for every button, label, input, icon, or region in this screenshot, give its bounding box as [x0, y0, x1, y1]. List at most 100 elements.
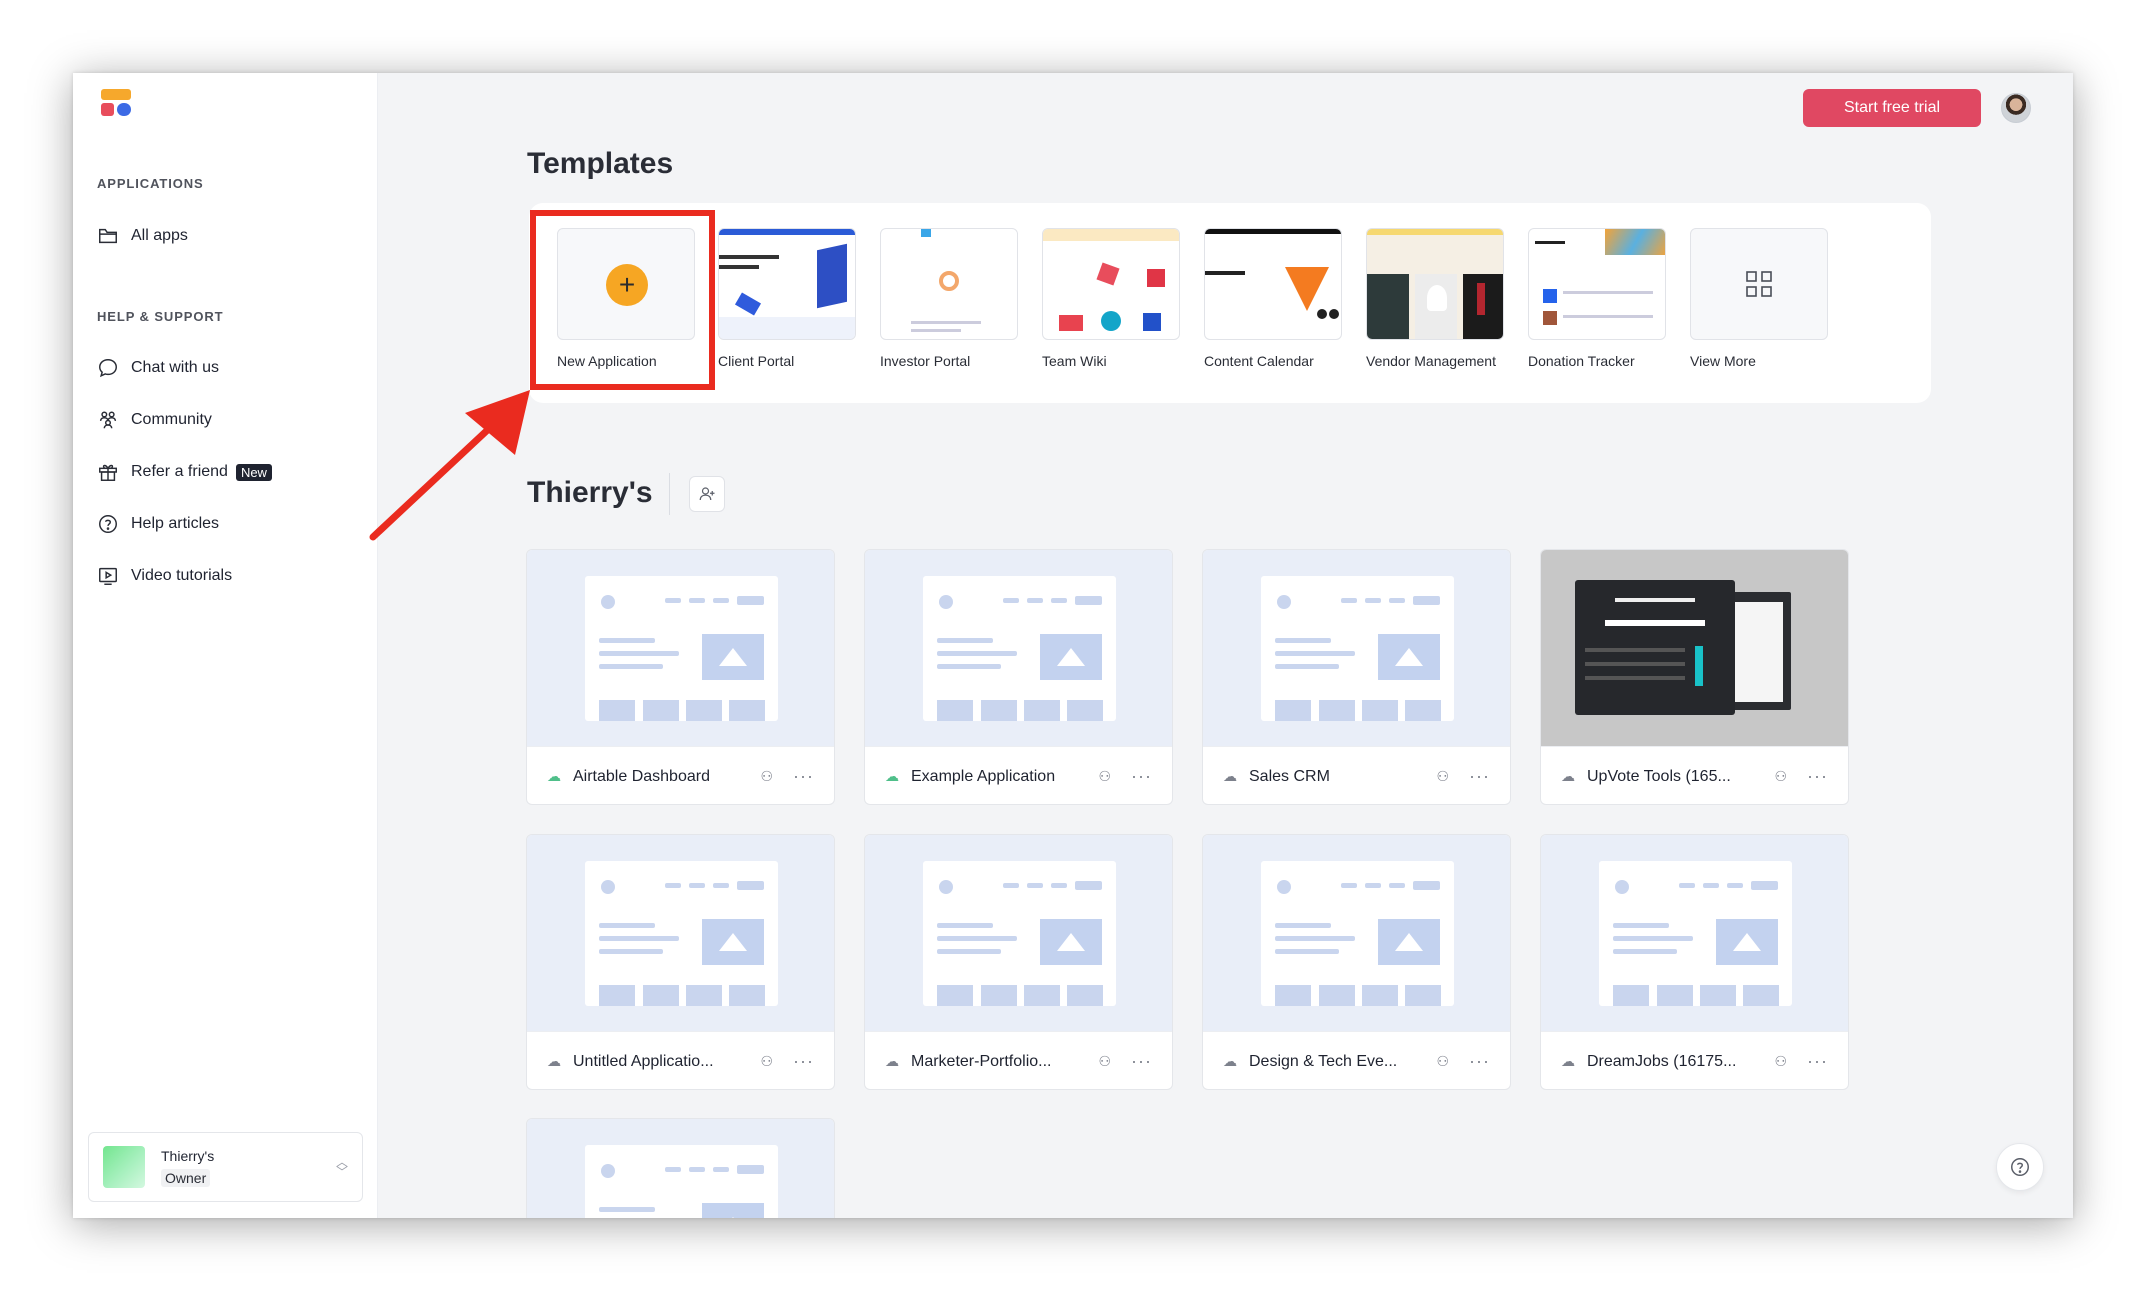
invite-user-button[interactable]	[689, 476, 725, 512]
share-user-icon[interactable]: ⚇	[760, 1053, 773, 1070]
template-team-wiki[interactable]: Team Wiki	[1042, 228, 1180, 369]
app-name: Airtable Dashboard	[573, 767, 710, 785]
share-user-icon[interactable]: ⚇	[760, 768, 773, 785]
template-label: Content Calendar	[1204, 353, 1314, 369]
sidebar-item-chat[interactable]: Chat with us	[97, 353, 219, 383]
question-circle-icon	[99, 515, 117, 533]
app-thumbnail	[1541, 550, 1848, 746]
app-name: Design & Tech Eve...	[1249, 1052, 1398, 1070]
app-thumbnail	[1203, 550, 1510, 746]
more-options-icon[interactable]: ···	[793, 766, 814, 787]
app-name: Marketer-Portfolio...	[911, 1052, 1052, 1070]
app-thumbnail	[527, 835, 834, 1031]
template-thumbnail	[1042, 228, 1180, 340]
template-label: Donation Tracker	[1528, 353, 1635, 369]
add-user-icon	[699, 487, 715, 501]
chevron-up-down-icon: ︿ ﹀	[335, 1155, 348, 1179]
app-card[interactable]: ☁ Airtable Dashboard ⚇ ···	[526, 549, 835, 805]
template-label: Client Portal	[718, 353, 795, 369]
sidebar-item-label: Help articles	[131, 515, 220, 532]
app-card[interactable]: ☁ UpVote Tools (165... ⚇ ···	[1540, 549, 1849, 805]
more-options-icon[interactable]: ···	[1131, 766, 1152, 787]
app-thumbnail	[527, 550, 834, 746]
template-label: View More	[1690, 353, 1756, 369]
app-name: Untitled Applicatio...	[573, 1052, 714, 1070]
sidebar-item-all-apps[interactable]: All apps	[97, 221, 188, 251]
share-user-icon[interactable]: ⚇	[1774, 1053, 1787, 1070]
share-user-icon[interactable]: ⚇	[1436, 768, 1449, 785]
workspace-switcher[interactable]: Thierry's Owner ︿ ﹀	[88, 1132, 363, 1202]
sidebar-item-help-articles[interactable]: Help articles	[97, 509, 219, 539]
annotation-arrow	[369, 390, 530, 541]
app-name: DreamJobs (16175...	[1587, 1052, 1737, 1070]
workspace-name: Thierry's	[161, 1147, 215, 1164]
template-thumbnail	[718, 228, 856, 340]
app-thumbnail	[865, 835, 1172, 1031]
app-thumbnail	[865, 550, 1172, 746]
help-button[interactable]	[1996, 1143, 2044, 1191]
share-user-icon[interactable]: ⚇	[1436, 1053, 1449, 1070]
app-card[interactable]: ☁ DreamJobs (16175... ⚇ ···	[1540, 834, 1849, 1090]
template-client-portal[interactable]: Client Portal	[718, 228, 856, 369]
cloud-offline-icon: ☁	[547, 1053, 561, 1069]
cloud-synced-icon: ☁	[885, 768, 899, 784]
templates-title: Templates	[527, 147, 674, 180]
app-card[interactable]: ☁ Sales CRM ⚇ ···	[1202, 549, 1511, 805]
app-card[interactable]: ☁ Untitled Applicatio... ⚇ ···	[526, 834, 835, 1090]
app-thumbnail	[1203, 835, 1510, 1031]
more-options-icon[interactable]: ···	[1131, 1051, 1152, 1072]
help-support-section-label: HELP & SUPPORT	[97, 309, 224, 324]
new-badge: New	[235, 463, 272, 481]
app-thumbnail	[527, 1119, 834, 1218]
more-options-icon[interactable]: ···	[793, 1051, 814, 1072]
template-vendor-management[interactable]: Vendor Management	[1366, 228, 1504, 369]
grid-icon	[1746, 271, 1772, 297]
workspace-avatar	[103, 1146, 145, 1188]
sidebar-item-video-tutorials[interactable]: Video tutorials	[97, 561, 232, 591]
app-window: APPLICATIONS All apps HELP & SUPPORT Cha…	[73, 73, 2073, 1218]
divider	[669, 473, 670, 515]
app-card[interactable]: ☁ Example Application ⚇ ···	[864, 549, 1173, 805]
template-label: Vendor Management	[1366, 353, 1496, 369]
share-user-icon[interactable]: ⚇	[1098, 768, 1111, 785]
more-options-icon[interactable]: ···	[1469, 1051, 1490, 1072]
cloud-offline-icon: ☁	[1561, 768, 1575, 784]
more-options-icon[interactable]: ···	[1807, 1051, 1828, 1072]
applications-section-label: APPLICATIONS	[97, 176, 204, 191]
brand-logo[interactable]	[101, 89, 133, 119]
sidebar-item-community[interactable]: Community	[97, 405, 212, 435]
template-view-more[interactable]: View More	[1690, 228, 1828, 369]
start-free-trial-button[interactable]: Start free trial	[1803, 89, 1981, 127]
sidebar-item-label: Video tutorials	[131, 567, 233, 584]
workspace-role: Owner	[161, 1168, 211, 1187]
cloud-offline-icon: ☁	[885, 1053, 899, 1069]
cloud-offline-icon: ☁	[1561, 1053, 1575, 1069]
sidebar-item-label: Community	[131, 411, 212, 428]
share-user-icon[interactable]: ⚇	[1098, 1053, 1111, 1070]
template-label: Investor Portal	[880, 353, 971, 369]
app-card[interactable]: ☁ Design & Tech Eve... ⚇ ···	[1202, 834, 1511, 1090]
sidebar-item-label: Chat with us	[131, 359, 220, 376]
template-label: Team Wiki	[1042, 353, 1107, 369]
app-card[interactable]	[526, 1118, 835, 1218]
template-investor-portal[interactable]: Investor Portal	[880, 228, 1018, 369]
app-card[interactable]: ☁ Marketer-Portfolio... ⚇ ···	[864, 834, 1173, 1090]
template-donation-tracker[interactable]: Donation Tracker	[1528, 228, 1666, 369]
video-icon	[99, 567, 117, 585]
app-thumbnail	[1541, 835, 1848, 1031]
template-content-calendar[interactable]: Content Calendar	[1204, 228, 1342, 369]
app-name: Example Application	[911, 767, 1056, 785]
cloud-synced-icon: ☁	[547, 768, 561, 784]
community-icon	[99, 411, 117, 429]
highlight-box	[530, 210, 715, 390]
share-user-icon[interactable]: ⚇	[1774, 768, 1787, 785]
sidebar-item-label: Refer a friend	[131, 463, 228, 480]
more-options-icon[interactable]: ···	[1469, 766, 1490, 787]
user-avatar[interactable]	[2001, 93, 2031, 123]
sidebar-item-refer[interactable]: Refer a friend New	[97, 457, 272, 487]
template-thumbnail	[1690, 228, 1828, 340]
app-name: UpVote Tools (165...	[1587, 767, 1731, 785]
more-options-icon[interactable]: ···	[1807, 766, 1828, 787]
template-thumbnail	[1366, 228, 1504, 340]
chat-bubble-icon	[99, 359, 117, 378]
